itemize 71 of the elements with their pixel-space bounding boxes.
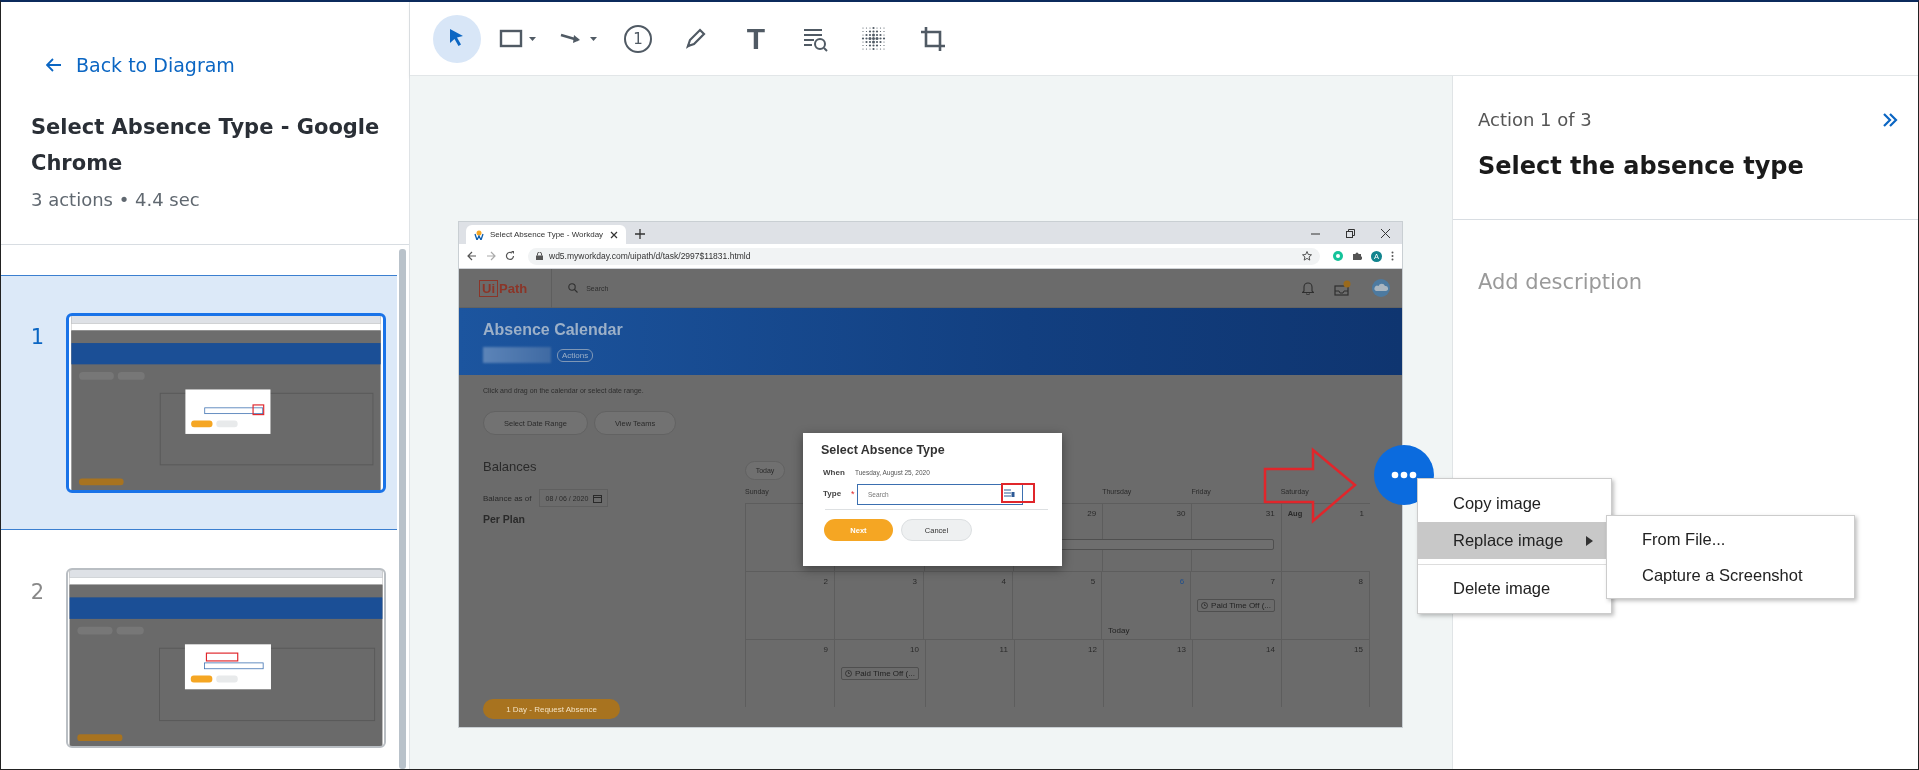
day-number: 12	[1088, 645, 1097, 656]
event-chip[interactable]: Paid Time Off (...	[841, 667, 919, 680]
step-number: 1	[29, 325, 46, 351]
day-number: 6	[1179, 577, 1185, 588]
pointer-tool[interactable]	[433, 14, 481, 63]
back-icon[interactable]	[467, 251, 477, 261]
list-icon[interactable]	[1004, 488, 1015, 498]
blurred-name	[483, 347, 551, 363]
arrow-icon	[46, 58, 62, 72]
required-mark: *	[851, 488, 856, 499]
reload-icon[interactable]	[505, 251, 515, 261]
field-label: Type	[822, 489, 843, 498]
dialog-title: Select Absence Type	[821, 443, 946, 457]
star-icon	[1302, 251, 1312, 261]
tab-title: Select Absence Type - Workday	[490, 230, 604, 239]
inbox-icon[interactable]	[1334, 280, 1352, 296]
event-label: Paid Time Off (...	[1211, 601, 1271, 610]
step-item[interactable]: 1	[1, 275, 397, 530]
plus-icon[interactable]	[635, 229, 645, 239]
caret-icon	[529, 36, 536, 41]
close-icon[interactable]	[1381, 229, 1390, 238]
calendar-icon	[593, 493, 603, 503]
request-button[interactable]: 1 Day - Request Absence	[483, 699, 620, 719]
action-title: Select the absence type	[1478, 152, 1805, 180]
day-number: 4	[1001, 577, 1007, 588]
restore-icon[interactable]	[1346, 229, 1355, 238]
back-link[interactable]: Back to Diagram	[31, 53, 235, 77]
puzzle-icon[interactable]	[1352, 251, 1362, 261]
address-field[interactable]: wd5.myworkday.com/uipath/d/task/2997$11831.htmld	[528, 247, 1320, 265]
menu-item[interactable]: Capture a Screenshot	[1607, 557, 1854, 593]
double-chevron-icon[interactable]	[1882, 112, 1898, 127]
day-number: 10	[910, 645, 919, 656]
actions-button[interactable]: Actions	[557, 348, 594, 362]
close-icon[interactable]	[610, 230, 618, 239]
highlight-frame	[1001, 482, 1035, 503]
recording-summary: 3 actions • 4.4 sec	[31, 189, 201, 210]
day-number: 31	[1265, 509, 1275, 520]
field-label: When	[822, 467, 846, 477]
clock-icon	[1201, 602, 1209, 609]
browser-tab[interactable]: Select Absence Type - Workday	[466, 225, 626, 244]
menu-icon[interactable]	[1391, 251, 1394, 261]
day-number: 2	[823, 577, 828, 588]
day-number: 14	[1266, 645, 1275, 656]
step-item[interactable]: 2	[1, 530, 397, 769]
page-title: Absence Calendar	[483, 321, 624, 339]
search-icon[interactable]	[568, 283, 579, 293]
text-tool[interactable]: T	[732, 14, 780, 63]
url-text: wd5.myworkday.com/uipath/d/task/2997$11831.htmld	[549, 251, 751, 261]
dots-icon	[860, 24, 888, 53]
logo: Ui Path	[479, 279, 528, 297]
step-number-tool[interactable]: 1	[614, 14, 662, 63]
menu-item[interactable]: Copy image	[1418, 485, 1611, 522]
today-label: Today	[1108, 626, 1131, 635]
plan-label: Per Plan	[483, 513, 527, 525]
submenu-arrow-icon	[1586, 535, 1593, 546]
event-chip[interactable]: Paid Time Off (...	[1197, 599, 1275, 612]
step-number: 2	[29, 580, 46, 606]
cloud-avatar-icon[interactable]	[1372, 279, 1390, 297]
caret-icon	[590, 36, 597, 41]
crop-icon	[919, 24, 947, 53]
section-title: Balances	[483, 459, 538, 475]
recording-title: Select Absence Type - Google Chrome	[31, 114, 381, 177]
clock-icon	[845, 670, 852, 677]
lock-icon	[536, 252, 543, 260]
scrollbar[interactable]	[399, 249, 406, 769]
bell-icon[interactable]	[1302, 281, 1314, 295]
event-label: Paid Time Off (...	[855, 669, 915, 678]
favicon-icon	[474, 229, 484, 240]
day-number: 13	[1177, 645, 1186, 656]
day-number: 15	[1354, 645, 1363, 656]
action-counter: Action 1 of 3	[1478, 109, 1592, 130]
